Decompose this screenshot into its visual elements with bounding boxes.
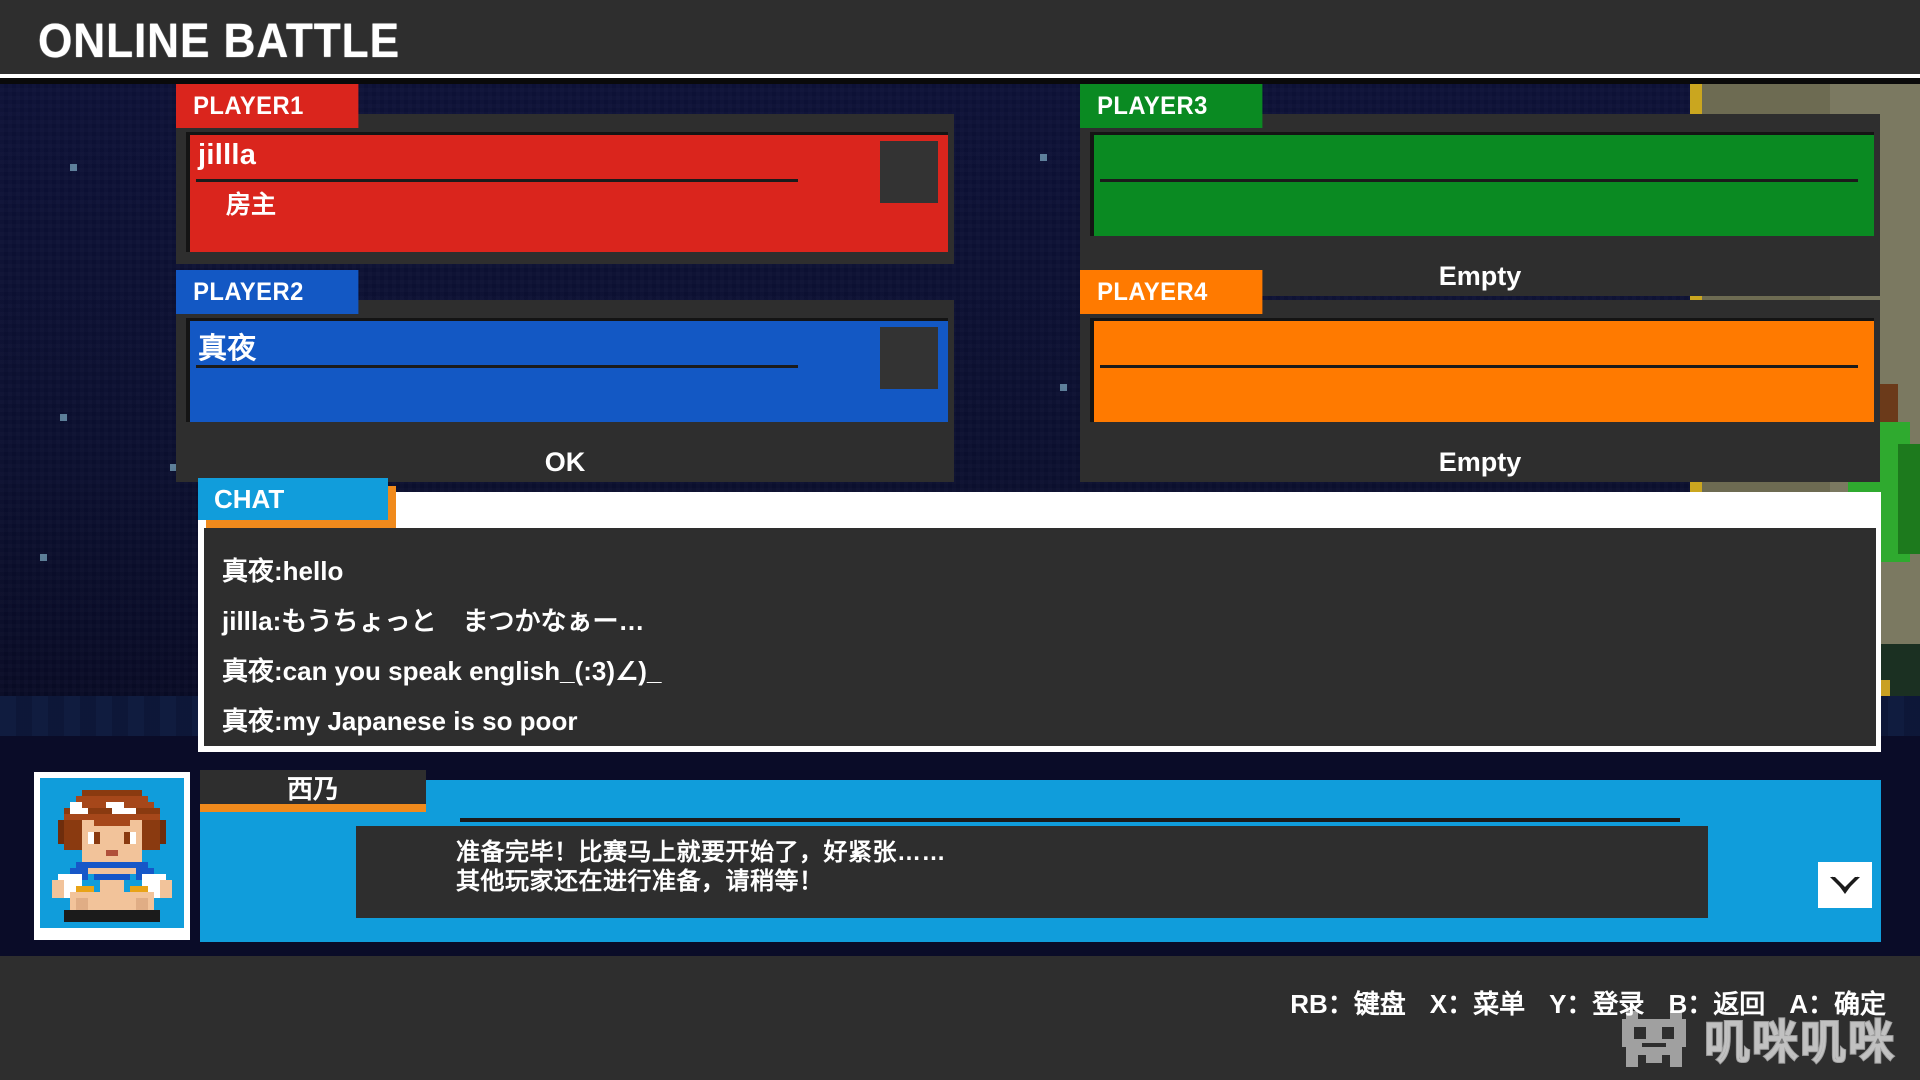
dialogue-rule xyxy=(460,818,1680,822)
player-slot-4-tab: PLAYER4 xyxy=(1080,270,1263,314)
dialogue-line: 其他玩家还在进行准备，请稍等！ xyxy=(456,868,824,895)
dialogue-textbox[interactable]: 准备完毕！比赛马上就要开始了，好紧张…… 其他玩家还在进行准备，请稍等！ xyxy=(356,826,1708,918)
star-decor xyxy=(40,554,47,561)
chat-message: 真夜:can you speak english_(:3)∠)_ xyxy=(222,656,662,686)
star-decor xyxy=(1040,154,1047,161)
player-slot-1-subtitle: 房主 xyxy=(226,191,277,219)
player-slot-2-status: OK xyxy=(544,447,586,477)
chat-message: 真夜:my Japanese is so poor xyxy=(222,706,578,736)
game-screen: ONLINE BATTLE PLAYER1 jillla 房主 PLAYER2 … xyxy=(0,0,1920,1080)
hint-y: Y：登录 xyxy=(1549,989,1645,1019)
player-slot-2-fill xyxy=(190,321,948,422)
hint-a: A：确定 xyxy=(1789,989,1886,1019)
player-slot-4-fill xyxy=(1094,321,1874,422)
character-portrait xyxy=(40,778,184,928)
player-slot-3-tab: PLAYER3 xyxy=(1080,84,1263,128)
player-slot-2-tab: PLAYER2 xyxy=(176,270,359,314)
player-slot-3-body: Empty xyxy=(1080,114,1880,296)
hint-x: X：菜单 xyxy=(1429,989,1526,1019)
title-bar: ONLINE BATTLE xyxy=(0,0,1920,84)
player-slot-1-avatar xyxy=(880,141,938,203)
page-title: ONLINE BATTLE xyxy=(38,15,400,68)
star-decor xyxy=(60,414,67,421)
tab-chat[interactable]: CHAT xyxy=(198,478,388,520)
player-slot-1-body: jillla 房主 xyxy=(176,114,954,264)
hint-b: B：返回 xyxy=(1668,989,1766,1019)
chevron-down-icon[interactable] xyxy=(1818,862,1872,908)
player-slot-4-name-rule xyxy=(1100,365,1858,368)
player-slot-2-body: 真夜 OK xyxy=(176,300,954,482)
player-slot-2-avatar xyxy=(880,327,938,389)
player-slot-4[interactable]: PLAYER4 Empty xyxy=(1080,270,1880,482)
player-slot-1-tab: PLAYER1 xyxy=(176,84,359,128)
chat-message: jillla:もうちょっと まつかなぁー… xyxy=(222,606,645,636)
star-decor xyxy=(1060,384,1067,391)
player-slot-1[interactable]: PLAYER1 jillla 房主 xyxy=(176,84,954,264)
player-slot-2-name: 真夜 xyxy=(198,333,257,365)
button-hints: RB：键盘 X：菜单 Y：登录 B：返回 A：确定 xyxy=(1290,984,1886,1021)
player-slot-2-name-rule xyxy=(196,365,798,368)
chat-message: 真夜:hello xyxy=(222,556,344,586)
chat-log[interactable]: 真夜:hello jillla:もうちょっと まつかなぁー… 真夜:can yo… xyxy=(204,528,1876,746)
player-slot-3[interactable]: PLAYER3 Empty xyxy=(1080,84,1880,296)
dialogue-line: 准备完毕！比赛马上就要开始了，好紧张…… xyxy=(456,839,946,866)
player-slot-4-status: Empty xyxy=(1438,447,1522,477)
chevron-down-glyph xyxy=(1830,876,1860,894)
player-slot-3-name-rule xyxy=(1100,179,1858,182)
player-slot-1-name: jillla xyxy=(198,139,257,171)
player-slot-1-fill xyxy=(190,135,948,252)
hint-rb: RB：键盘 xyxy=(1290,989,1406,1019)
portrait-pixels xyxy=(40,778,184,928)
player-slot-4-body: Empty xyxy=(1080,300,1880,482)
star-decor xyxy=(70,164,77,171)
dialogue-speaker-name: 西乃 xyxy=(200,770,426,812)
player-slot-3-fill xyxy=(1094,135,1874,236)
player-slot-1-name-rule xyxy=(196,179,798,182)
player-slot-2[interactable]: PLAYER2 真夜 OK xyxy=(176,270,954,482)
